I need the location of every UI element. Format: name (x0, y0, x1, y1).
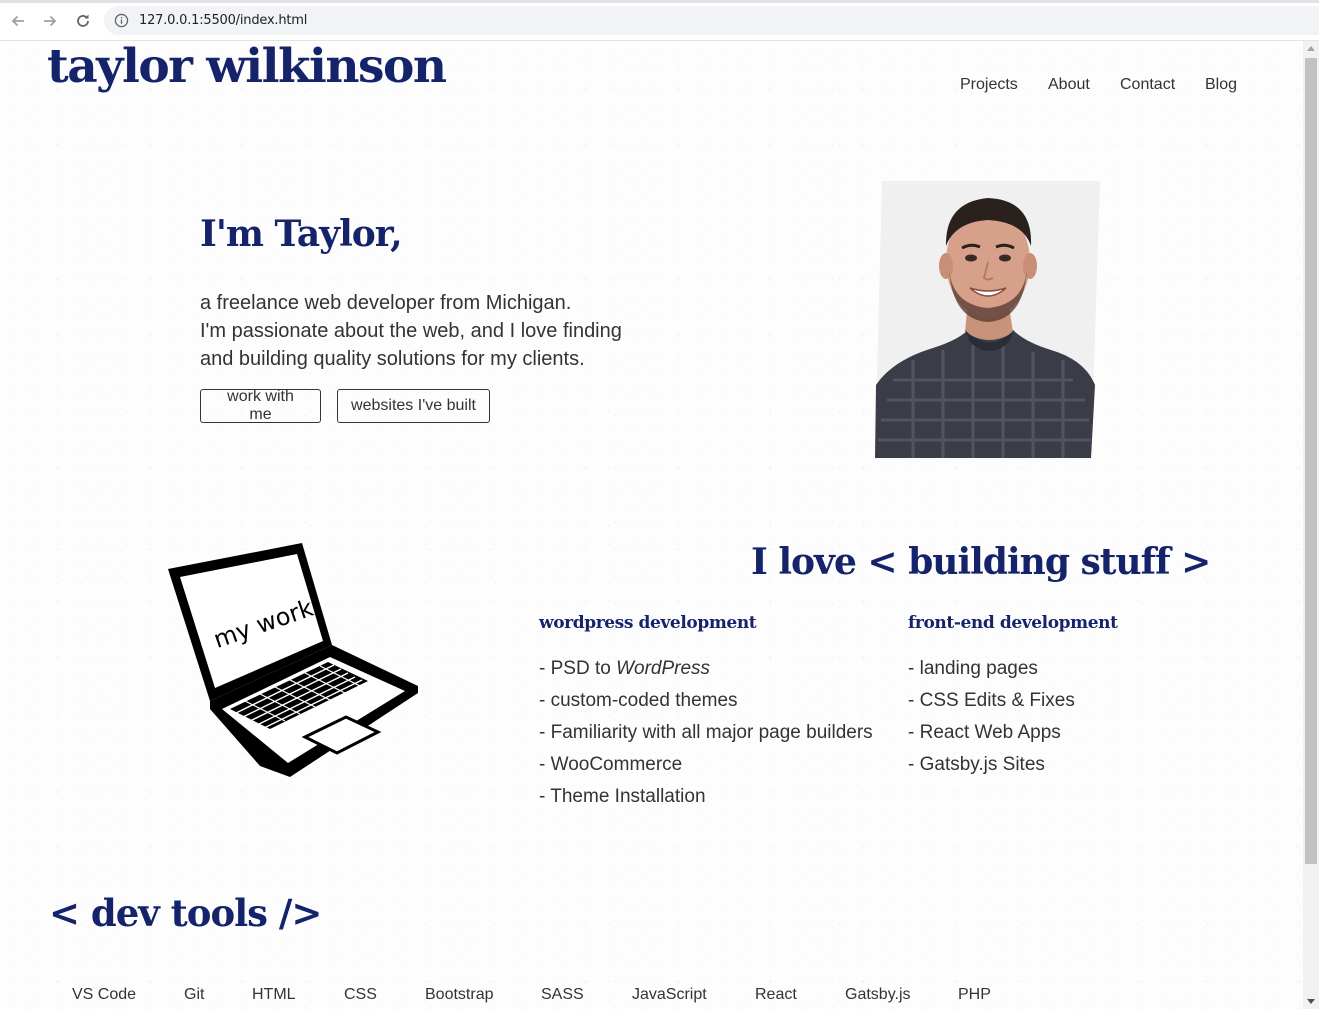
wordpress-heading: wordpress development (539, 613, 757, 633)
scroll-up-arrow-icon[interactable] (1307, 46, 1315, 51)
list-item: - WooCommerce (539, 754, 683, 775)
websites-built-button[interactable]: websites I've built (337, 389, 490, 423)
hero-line-1: a freelance web developer from Michigan. (200, 292, 572, 314)
reload-button[interactable] (72, 10, 94, 32)
list-item: - React Web Apps (908, 722, 1061, 743)
nav-link-blog[interactable]: Blog (1205, 76, 1237, 94)
wordpress-skill-list: - PSD to WordPress - custom-coded themes… (539, 653, 873, 813)
browser-toolbar: 127.0.0.1:5500/index.html (0, 0, 1319, 41)
site-title[interactable]: taylor wilkinson (47, 41, 447, 94)
hero-intro: a freelance web developer from Michigan.… (200, 289, 622, 373)
page-content: taylor wilkinson Projects About Contact … (0, 41, 1303, 1009)
url-text[interactable]: 127.0.0.1:5500/index.html (139, 13, 307, 28)
vertical-scrollbar[interactable] (1303, 41, 1319, 1009)
tool-git: Git (184, 986, 205, 1003)
list-item: - Theme Installation (539, 786, 706, 807)
tool-vs-code: VS Code (72, 986, 137, 1003)
work-with-me-button[interactable]: work with me (200, 388, 321, 423)
tool-react: React (755, 986, 797, 1003)
tool-bootstrap: Bootstrap (425, 986, 494, 1003)
tool-javascript: JavaScript (632, 986, 707, 1003)
list-item: - CSS Edits & Fixes (908, 690, 1075, 711)
list-item: - custom-coded themes (539, 690, 738, 711)
arrow-right-icon (44, 15, 57, 27)
nav-link-about[interactable]: About (1048, 76, 1090, 94)
building-stuff-heading: I love < building stuff > (751, 541, 1211, 583)
portrait-photo (875, 181, 1100, 458)
list-item: - Familiarity with all major page builde… (539, 722, 873, 743)
nav-link-contact[interactable]: Contact (1120, 76, 1175, 94)
tool-php: PHP (958, 986, 991, 1003)
forward-button[interactable] (39, 10, 61, 32)
hero-line-2: I'm passionate about the web, and I love… (200, 320, 622, 342)
tool-css: CSS (344, 986, 377, 1003)
address-bar[interactable]: 127.0.0.1:5500/index.html (104, 6, 1319, 35)
scroll-down-arrow-icon[interactable] (1307, 999, 1315, 1004)
front-end-heading: front-end development (908, 613, 1118, 633)
reload-icon (77, 14, 89, 27)
dev-tools-heading: < dev tools /> (49, 891, 322, 935)
info-icon[interactable] (114, 13, 129, 28)
nav-link-projects[interactable]: Projects (960, 76, 1018, 94)
hero-heading: I'm Taylor, (200, 213, 403, 255)
tab-strip-edge (0, 0, 1319, 3)
tool-html: HTML (252, 986, 296, 1003)
tool-gatsbyjs: Gatsby.js (845, 986, 911, 1003)
scrollbar-thumb[interactable] (1305, 58, 1317, 864)
back-button[interactable] (7, 10, 29, 32)
list-item: - Gatsby.js Sites (908, 754, 1045, 775)
laptop-illustration: my work (168, 543, 418, 777)
arrow-left-icon (11, 15, 24, 27)
hero-line-3: and building quality solutions for my cl… (200, 348, 585, 370)
list-item: - PSD to WordPress (539, 658, 711, 679)
tool-sass: SASS (541, 986, 584, 1003)
list-item: - landing pages (908, 658, 1038, 679)
front-end-skill-list: - landing pages - CSS Edits & Fixes - Re… (908, 653, 1075, 781)
